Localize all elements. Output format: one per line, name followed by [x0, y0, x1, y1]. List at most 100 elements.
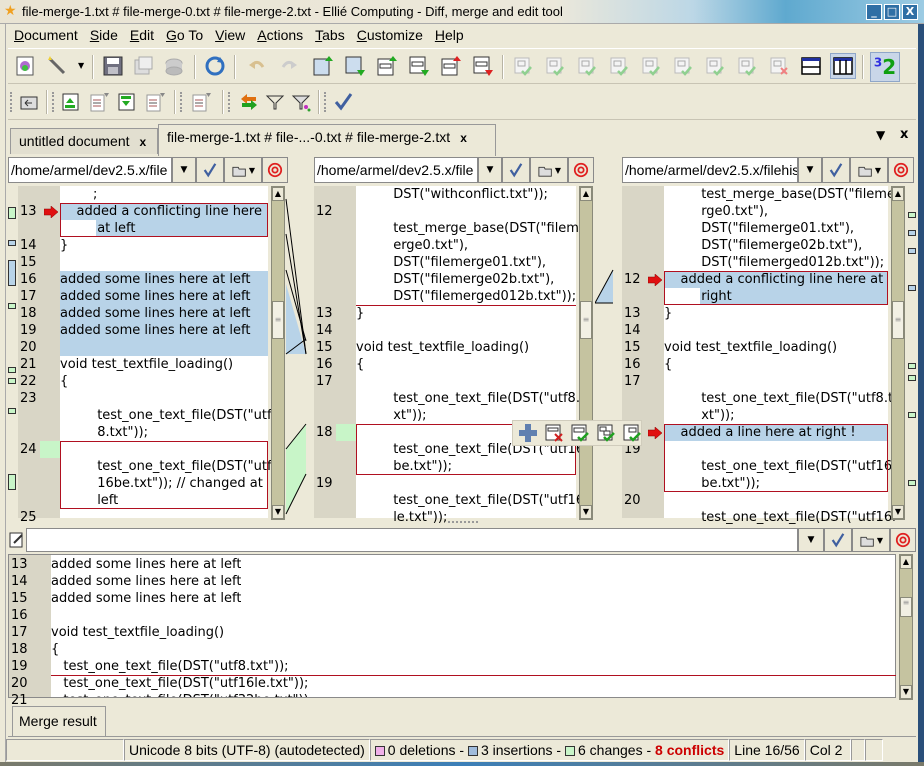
menu-view[interactable]: View	[209, 24, 251, 46]
menu-customize[interactable]: Customize	[351, 24, 429, 46]
filter-icon[interactable]	[262, 89, 288, 115]
overview-marker[interactable]	[8, 367, 16, 373]
path-dropdown[interactable]: ▼	[798, 157, 822, 183]
tab-merge-result[interactable]: Merge result	[12, 706, 106, 736]
scroll-up-button[interactable]: ▲	[900, 555, 912, 569]
take-right-left-icon[interactable]	[734, 53, 760, 79]
overview-marker[interactable]	[8, 260, 16, 286]
scroll-thumb[interactable]: ≡	[892, 301, 904, 339]
menu-go-to[interactable]: Go To	[160, 24, 209, 46]
close-all-tabs-icon[interactable]: x	[900, 127, 908, 142]
target-button[interactable]	[888, 157, 914, 183]
tab-close-icon[interactable]: x	[140, 135, 147, 149]
overview-marker[interactable]	[8, 240, 16, 246]
take-left-then-right-icon[interactable]	[606, 53, 632, 79]
scroll-thumb[interactable]: ≡	[900, 597, 912, 617]
overview-marker[interactable]	[8, 303, 16, 309]
toolbar-grip[interactable]	[52, 92, 55, 112]
menu-help[interactable]: Help	[429, 24, 470, 46]
refresh-icon[interactable]	[202, 53, 228, 79]
scroll-down-button[interactable]: ▼	[272, 505, 284, 519]
overview-marker[interactable]	[908, 285, 916, 291]
parent-folder-icon[interactable]	[16, 89, 42, 115]
merge-scrollbar[interactable]: ▲ ≡ ▼	[899, 554, 913, 700]
save-icon[interactable]	[100, 53, 126, 79]
save-all-icon[interactable]	[130, 53, 156, 79]
close-button[interactable]: X	[902, 4, 918, 20]
toolbar-grip[interactable]	[228, 92, 231, 112]
splitter-handle[interactable]	[448, 521, 478, 525]
tab-list-icon[interactable]: ▼	[876, 128, 885, 142]
swap-sides-icon[interactable]	[236, 89, 262, 115]
take-left-right-icon[interactable]	[702, 53, 728, 79]
next-block-icon[interactable]	[406, 53, 432, 79]
scroll-thumb[interactable]: ≡	[272, 301, 284, 339]
menu-actions[interactable]: Actions	[251, 24, 309, 46]
pane-scrollbar[interactable]: ▲ ≡ ▼	[271, 186, 285, 520]
toolbar-grip[interactable]	[10, 92, 13, 112]
target-button[interactable]	[568, 157, 594, 183]
document-menu-icon[interactable]	[188, 89, 214, 115]
insert-icon[interactable]	[517, 422, 539, 444]
prev-block-icon[interactable]	[374, 53, 400, 79]
take-left-icon[interactable]	[569, 422, 591, 444]
redo-icon[interactable]	[276, 53, 302, 79]
scroll-up-button[interactable]: ▲	[892, 187, 904, 201]
scroll-down-button[interactable]: ▼	[580, 505, 592, 519]
minimize-button[interactable]: _	[866, 4, 882, 20]
vertical-layout-icon[interactable]	[830, 53, 856, 79]
new-document-icon[interactable]	[12, 53, 38, 79]
document-menu-icon[interactable]	[142, 89, 168, 115]
take-right-icon[interactable]	[574, 53, 600, 79]
overview-marker[interactable]	[908, 375, 916, 381]
menu-document[interactable]: Document	[8, 24, 84, 46]
pane-path-input[interactable]: /home/armel/dev2.5.x/filehis	[622, 157, 798, 183]
scroll-down-button[interactable]: ▼	[900, 685, 912, 699]
next-diff-icon[interactable]	[342, 53, 368, 79]
tab-untitled-document[interactable]: untitled document x	[10, 128, 158, 154]
take-right-then-left-icon[interactable]	[638, 53, 664, 79]
path-dropdown[interactable]: ▼	[172, 157, 196, 183]
pane-path-input[interactable]: /home/armel/dev2.5.x/file	[314, 157, 478, 183]
compare-down-icon[interactable]	[114, 89, 140, 115]
take-left-icon[interactable]	[510, 53, 536, 79]
menu-edit[interactable]: Edit	[124, 24, 160, 46]
tab-close-icon[interactable]: x	[460, 131, 467, 145]
menu-tabs[interactable]: Tabs	[309, 24, 351, 46]
first-diff-icon[interactable]	[310, 53, 336, 79]
next-conflict-icon[interactable]	[470, 53, 496, 79]
merge-validate-button[interactable]	[824, 528, 852, 552]
three-way-icon[interactable]: 32	[870, 52, 900, 82]
conflict-arrow-icon[interactable]	[647, 426, 663, 440]
pane-path-input[interactable]: /home/armel/dev2.5.x/file	[8, 157, 172, 183]
merge-open-button[interactable]: ▼	[852, 528, 890, 552]
overview-marker[interactable]	[8, 408, 16, 414]
toolbar-grip[interactable]	[324, 92, 327, 112]
scroll-thumb[interactable]: ≡	[580, 301, 592, 339]
take-right-icon[interactable]	[621, 422, 643, 444]
document-menu-icon[interactable]	[86, 89, 112, 115]
compare-up-icon[interactable]	[58, 89, 84, 115]
take-all-icon[interactable]	[670, 53, 696, 79]
overview-marker[interactable]	[908, 248, 916, 254]
take-base-icon[interactable]	[542, 53, 568, 79]
filter-options-icon[interactable]	[288, 89, 314, 115]
merge-path-input[interactable]	[26, 528, 798, 552]
scroll-up-button[interactable]: ▲	[580, 187, 592, 201]
overview-marker[interactable]	[908, 480, 916, 486]
scroll-up-button[interactable]: ▲	[272, 187, 284, 201]
conflict-arrow-icon[interactable]	[43, 205, 59, 219]
pane-scrollbar[interactable]: ▲ ≡ ▼	[891, 186, 905, 520]
validate-button[interactable]	[502, 157, 530, 183]
overview-marker[interactable]	[908, 363, 916, 369]
overview-marker[interactable]	[908, 230, 916, 236]
overview-marker[interactable]	[8, 474, 16, 490]
save-as-icon[interactable]	[162, 53, 188, 79]
delete-block-icon[interactable]	[543, 422, 565, 444]
merge-target-button[interactable]	[890, 528, 916, 552]
validate-button[interactable]	[822, 157, 850, 183]
tab-file-merge[interactable]: file-merge-1.txt # file-...-0.txt # file…	[158, 124, 496, 156]
toolbar-grip[interactable]	[180, 92, 183, 112]
take-left-right-icon[interactable]	[595, 422, 617, 444]
path-dropdown[interactable]: ▼	[478, 157, 502, 183]
